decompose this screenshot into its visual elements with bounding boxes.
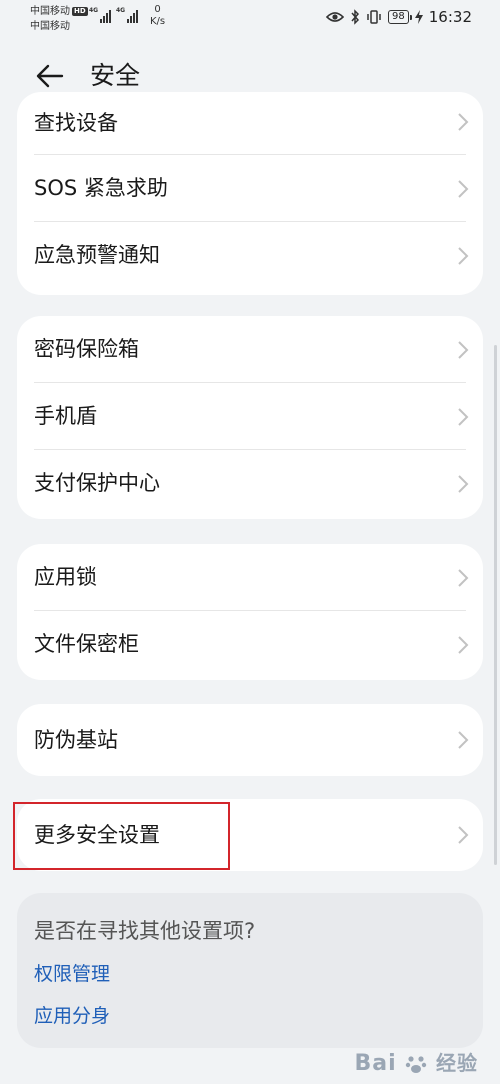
clock: 16:32 (428, 8, 472, 26)
chevron-right-icon (458, 731, 469, 749)
setting-label: 应急预警通知 (34, 243, 160, 267)
setting-row-sos[interactable]: SOS 紧急求助 (17, 155, 483, 222)
setting-row-fake-base-station[interactable]: 防伪基站 (17, 704, 483, 776)
setting-row-payment-protection[interactable]: 支付保护中心 (17, 450, 483, 517)
setting-label: 密码保险箱 (34, 337, 139, 361)
suggestion-link-permissions[interactable]: 权限管理 (34, 959, 110, 986)
settings-group-4: 防伪基站 (17, 704, 483, 776)
signal-1-tag: 4G (89, 7, 99, 14)
setting-row-app-lock[interactable]: 应用锁 (17, 544, 483, 611)
setting-label: 支付保护中心 (34, 471, 160, 495)
watermark-suffix: 经验 (436, 1051, 478, 1075)
eye-icon (326, 12, 345, 22)
carrier-2: 中国移动 (30, 21, 70, 32)
suggestions-title: 是否在寻找其他设置项? (34, 919, 256, 943)
settings-group-1: 查找设备 SOS 紧急求助 应急预警通知 (17, 92, 483, 295)
signal-icons: 4G 4G (89, 7, 138, 23)
setting-label: SOS 紧急求助 (34, 176, 168, 200)
vibrate-icon (367, 10, 381, 24)
carrier-info: 中国移动 HD 中国移动 (30, 4, 88, 34)
chevron-right-icon (458, 569, 469, 587)
status-right: 98 16:32 (326, 8, 472, 26)
charging-icon (414, 10, 423, 24)
page-title: 安全 (90, 61, 141, 90)
suggestions-card: 是否在寻找其他设置项? 权限管理 应用分身 (17, 893, 483, 1048)
setting-row-emergency-alert[interactable]: 应急预警通知 (17, 222, 483, 289)
chevron-right-icon (458, 113, 469, 131)
net-speed-unit: K/s (150, 16, 166, 27)
chevron-right-icon (458, 408, 469, 426)
chevron-right-icon (458, 247, 469, 265)
setting-label: 文件保密柜 (34, 632, 139, 656)
setting-label: 防伪基站 (34, 728, 118, 752)
setting-row-password-vault[interactable]: 密码保险箱 (17, 316, 483, 383)
status-bar: 中国移动 HD 中国移动 4G 4G 0 K/s 98 16:32 (0, 0, 500, 40)
settings-group-3: 应用锁 文件保密柜 (17, 544, 483, 680)
setting-label: 应用锁 (34, 565, 97, 589)
suggestion-link-app-twin[interactable]: 应用分身 (34, 1001, 110, 1028)
signal-2-tag: 4G (116, 7, 126, 14)
net-speed: 0 K/s (150, 4, 165, 28)
chevron-right-icon (458, 636, 469, 654)
highlight-annotation (13, 802, 230, 870)
watermark: Bai 经验 (355, 1047, 479, 1076)
chevron-right-icon (458, 180, 469, 198)
watermark-text: Bai (354, 1051, 397, 1076)
setting-row-file-safe[interactable]: 文件保密柜 (17, 611, 483, 678)
setting-label: 查找设备 (34, 111, 118, 135)
hd-badge: HD (72, 7, 88, 16)
chevron-right-icon (458, 826, 469, 844)
setting-row-find-device[interactable]: 查找设备 (17, 92, 483, 155)
scrollbar[interactable] (494, 345, 497, 865)
signal-1-icon: 4G (89, 7, 111, 23)
setting-label: 手机盾 (34, 404, 97, 428)
battery-icon: 98 (388, 10, 412, 24)
chevron-right-icon (458, 341, 469, 359)
setting-row-phone-shield[interactable]: 手机盾 (17, 383, 483, 450)
chevron-right-icon (458, 475, 469, 493)
bluetooth-icon (351, 9, 360, 25)
back-arrow-icon[interactable] (34, 60, 66, 92)
settings-group-2: 密码保险箱 手机盾 支付保护中心 (17, 316, 483, 519)
paw-logo-icon (406, 1056, 427, 1073)
signal-2-icon: 4G (116, 7, 138, 23)
carrier-1: 中国移动 (30, 6, 70, 17)
net-speed-value: 0 (154, 4, 161, 15)
